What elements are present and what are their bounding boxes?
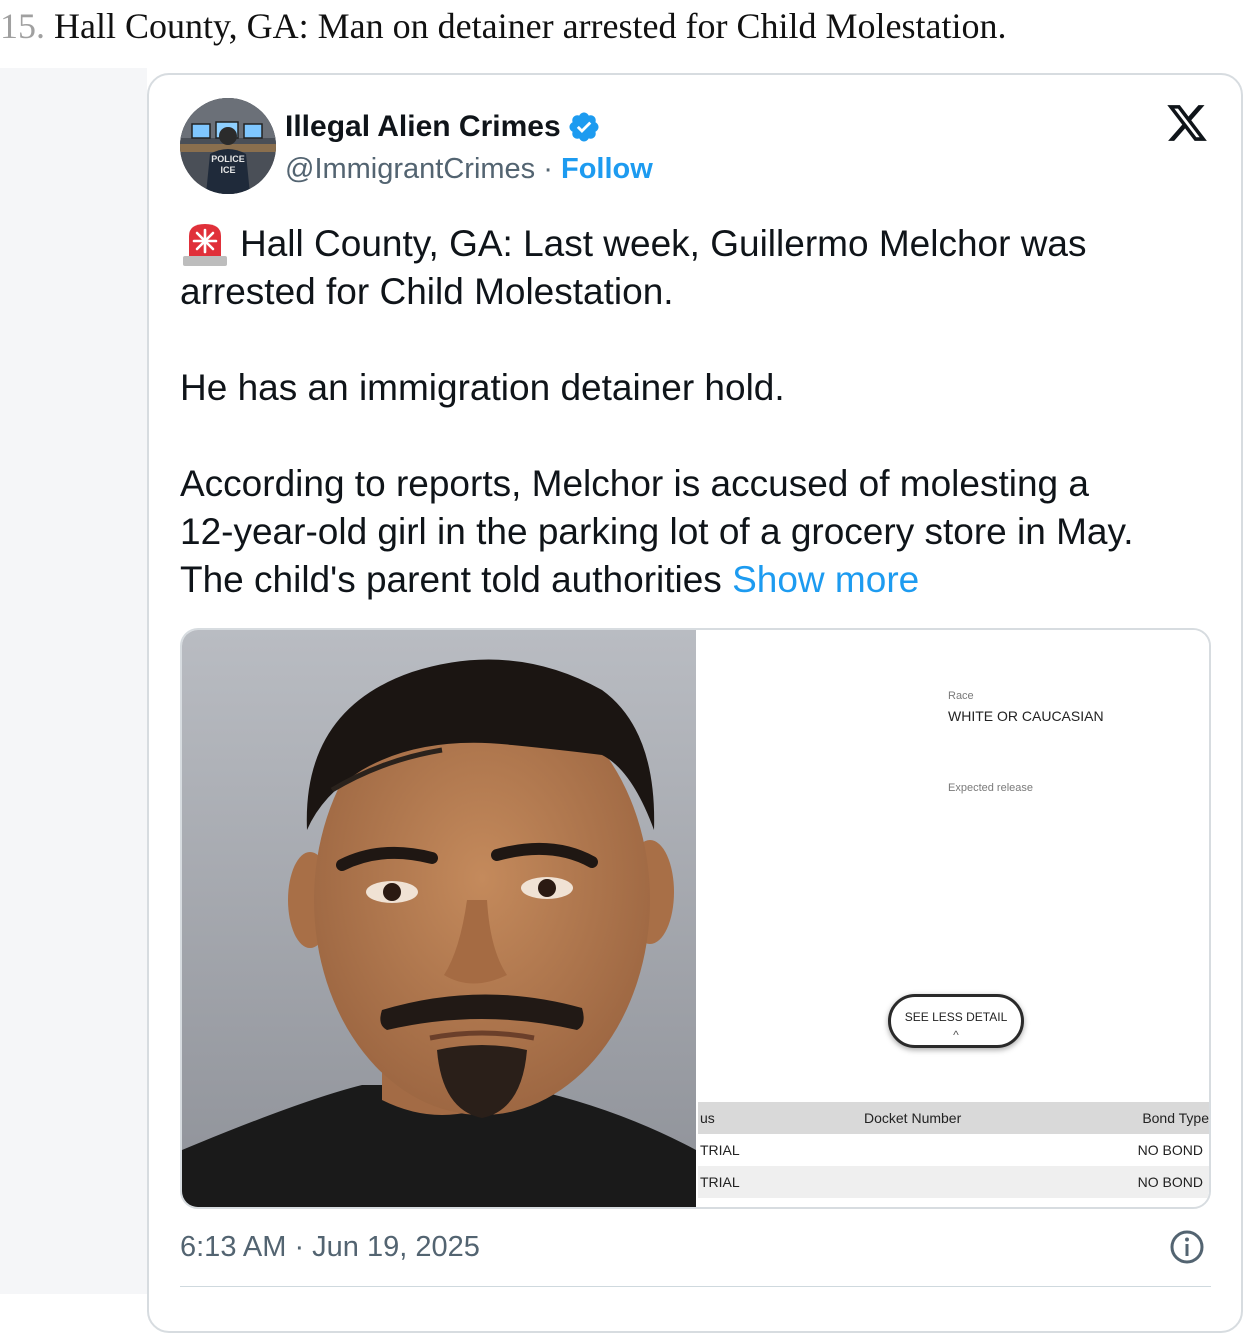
avatar[interactable]: POLICE ICE [180, 98, 276, 194]
verified-badge-icon [569, 112, 599, 142]
column-header-bond: Bond Type [1142, 1110, 1209, 1126]
mugshot-photo[interactable] [182, 630, 696, 1209]
handle-row: @ImmigrantCrimes · Follow [285, 150, 653, 188]
see-less-detail-button[interactable]: SEE LESS DETAIL ^ [888, 994, 1024, 1048]
table-header-row: us Docket Number Bond Type [698, 1102, 1209, 1134]
left-gutter [0, 68, 147, 1294]
tweet-line-4: According to reports, Melchor is accused… [180, 463, 1089, 504]
column-header-status: us [700, 1110, 715, 1126]
divider [180, 1286, 1211, 1287]
x-logo-icon[interactable] [1164, 101, 1210, 145]
tweet-line-2: arrested for Child Molestation. [180, 271, 674, 312]
row-bond: NO BOND [1137, 1142, 1203, 1158]
expected-release-label: Expected release [948, 782, 1033, 794]
tweet-line-1-text: Hall County, GA: Last week, Guillermo Me… [240, 223, 1087, 264]
row-status: TRIAL [700, 1174, 740, 1190]
avatar-image: POLICE ICE [180, 98, 276, 194]
svg-text:POLICE: POLICE [211, 154, 245, 164]
see-less-detail-label: SEE LESS DETAIL [904, 1010, 1008, 1024]
svg-text:ICE: ICE [220, 165, 235, 175]
tweet-line-6-text: The child's parent told authorities [180, 559, 722, 600]
siren-icon [183, 224, 227, 266]
tweet-line-3: He has an immigration detainer hold. [180, 367, 785, 408]
race-label: Race [948, 690, 974, 702]
author-name[interactable]: Illegal Alien Crimes [285, 108, 601, 146]
info-icon[interactable] [1169, 1229, 1205, 1265]
table-row: TRIAL NO BOND [698, 1134, 1209, 1166]
tweet-line-6: The child's parent told authorities Show… [180, 556, 1220, 604]
tweet-timestamp[interactable]: 6:13 AM · Jun 19, 2025 [180, 1228, 480, 1266]
tweet-text: Hall County, GA: Last week, Guillermo Me… [180, 220, 1220, 604]
tweet-media[interactable]: Race WHITE OR CAUCASIAN Expected release… [180, 628, 1211, 1209]
charges-table: us Docket Number Bond Type TRIAL NO BOND… [698, 1102, 1209, 1198]
item-number: 15. [0, 6, 45, 46]
follow-button[interactable]: Follow [561, 153, 653, 185]
booking-record-panel: Race WHITE OR CAUCASIAN Expected release… [696, 630, 1209, 1207]
chevron-up-icon: ^ [953, 1028, 959, 1042]
article-heading: 15. Hall County, GA: Man on detainer arr… [0, 4, 1006, 48]
column-header-docket: Docket Number [864, 1110, 962, 1126]
row-status: TRIAL [700, 1142, 740, 1158]
row-bond: NO BOND [1137, 1174, 1203, 1190]
tweet-line-1: Hall County, GA: Last week, Guillermo Me… [180, 220, 1220, 268]
show-more-link[interactable]: Show more [732, 559, 919, 600]
race-value: WHITE OR CAUCASIAN [948, 708, 1104, 724]
tweet-line-5: 12-year-old girl in the parking lot of a… [180, 511, 1134, 552]
author-handle[interactable]: @ImmigrantCrimes [285, 153, 535, 185]
separator-dot: · [543, 153, 553, 185]
table-row: TRIAL NO BOND [698, 1166, 1209, 1198]
author-name-text[interactable]: Illegal Alien Crimes [285, 108, 561, 146]
heading-text: Hall County, GA: Man on detainer arreste… [54, 6, 1007, 46]
